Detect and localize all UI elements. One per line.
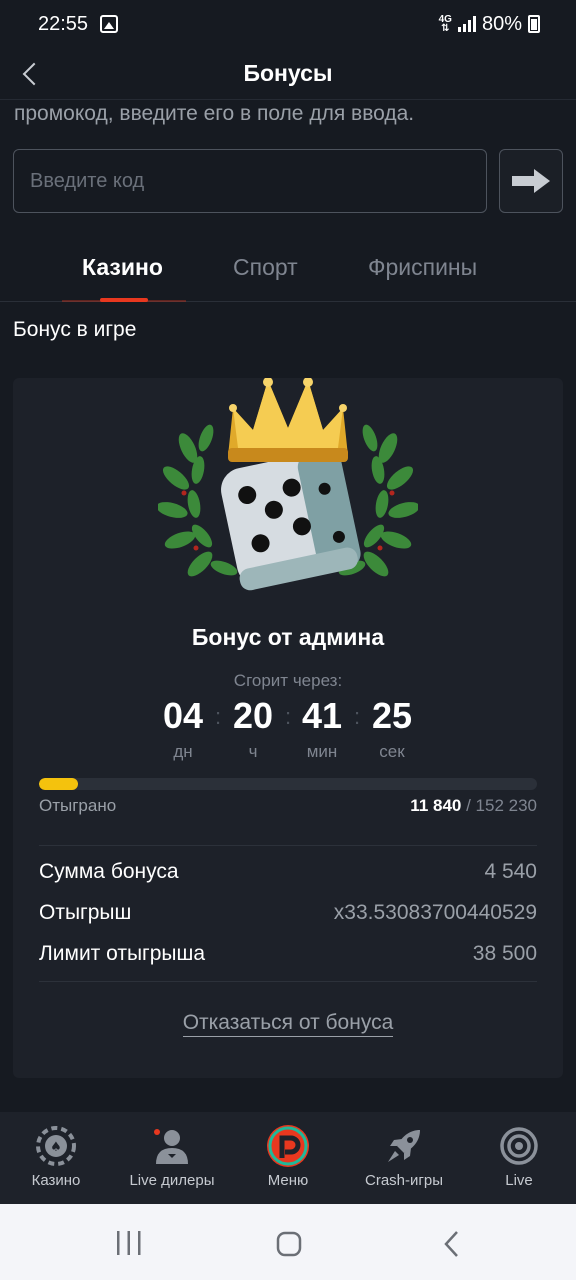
- played-label: Отыграно: [39, 796, 117, 815]
- wager-limit-row: Лимит отыгрыша 38 500: [39, 942, 537, 965]
- status-time: 22:55: [38, 12, 89, 35]
- active-tab-indicator: [100, 298, 148, 302]
- battery-percent: 80%: [481, 12, 522, 35]
- tab-sport[interactable]: Спорт: [233, 254, 298, 281]
- casino-chip-icon: ♠: [34, 1124, 78, 1168]
- rocket-icon: [382, 1124, 426, 1168]
- recent-apps-icon[interactable]: [114, 1230, 144, 1256]
- nav-crash-games[interactable]: Crash-игры: [349, 1124, 459, 1189]
- timer-hours: 20 ч: [232, 695, 274, 761]
- wager-progress-fill: [39, 778, 78, 790]
- arrow-right-icon: [512, 169, 550, 193]
- tab-casino[interactable]: Казино: [82, 254, 163, 281]
- decline-bonus-link[interactable]: Отказаться от бонуса: [13, 1011, 563, 1037]
- battery-icon: [528, 15, 540, 33]
- svg-text:♠: ♠: [50, 1140, 62, 1155]
- bonus-tabs: Казино Спорт Фриспины: [0, 240, 576, 302]
- wager-multiplier-row: Отыгрыш x33.53083700440529: [39, 901, 537, 924]
- bottom-navigation: ♠ Казино Live дилеры Меню Crash-игры Liv…: [0, 1112, 576, 1204]
- dealer-icon: [150, 1124, 194, 1168]
- bonus-name: Бонус от админа: [191, 624, 385, 650]
- played-values: 11 840 / 152 230: [410, 796, 537, 816]
- nav-live-dealers[interactable]: Live дилеры: [117, 1124, 227, 1189]
- wager-progress-bar: [39, 778, 537, 790]
- menu-logo-icon: [266, 1124, 310, 1168]
- live-target-icon: [497, 1124, 541, 1168]
- promo-submit-button[interactable]: [499, 149, 563, 213]
- timer-separator: :: [215, 704, 222, 729]
- timer-seconds: 25 сек: [371, 695, 413, 761]
- bonus-card: Бонус от админа Сгорит через: 04 дн : 20…: [13, 378, 563, 1078]
- timer-separator: :: [285, 704, 292, 729]
- tab-freespins[interactable]: Фриспины: [368, 254, 477, 281]
- divider: [39, 845, 537, 846]
- page-title: Бонусы: [243, 60, 333, 86]
- nav-live[interactable]: Live: [464, 1124, 574, 1189]
- crowned-dice-illustration: [158, 378, 418, 591]
- bonus-amount-row: Сумма бонуса 4 540: [39, 860, 537, 883]
- back-button[interactable]: [14, 56, 50, 92]
- signal-icon: [457, 16, 476, 32]
- played-current: 11 840: [410, 796, 462, 815]
- played-total: / 152 230: [466, 796, 537, 815]
- section-title: Бонус в игре: [13, 318, 137, 341]
- promo-code-input[interactable]: [13, 149, 487, 213]
- nav-menu[interactable]: Меню: [233, 1124, 343, 1189]
- timer-days: 04 дн: [162, 695, 204, 761]
- app-header: Бонусы: [0, 48, 576, 100]
- nav-casino[interactable]: ♠ Казино: [1, 1124, 111, 1189]
- home-icon[interactable]: [276, 1231, 304, 1259]
- timer-minutes: 41 мин: [301, 695, 343, 761]
- countdown-timer: 04 дн : 20 ч : 41 мин : 25 сек: [13, 694, 563, 764]
- status-bar: 22:55 4G ⇅ 80%: [0, 0, 576, 48]
- gallery-notification-icon: [100, 15, 119, 33]
- system-back-icon[interactable]: [440, 1230, 464, 1258]
- promo-hint: промокод, введите его в поле для ввода.: [14, 102, 415, 125]
- expires-label: Сгорит через:: [233, 671, 343, 690]
- network-type: 4G ⇅: [438, 14, 452, 34]
- divider: [39, 981, 537, 982]
- timer-separator: :: [354, 704, 361, 729]
- system-navigation-bar: [0, 1204, 576, 1280]
